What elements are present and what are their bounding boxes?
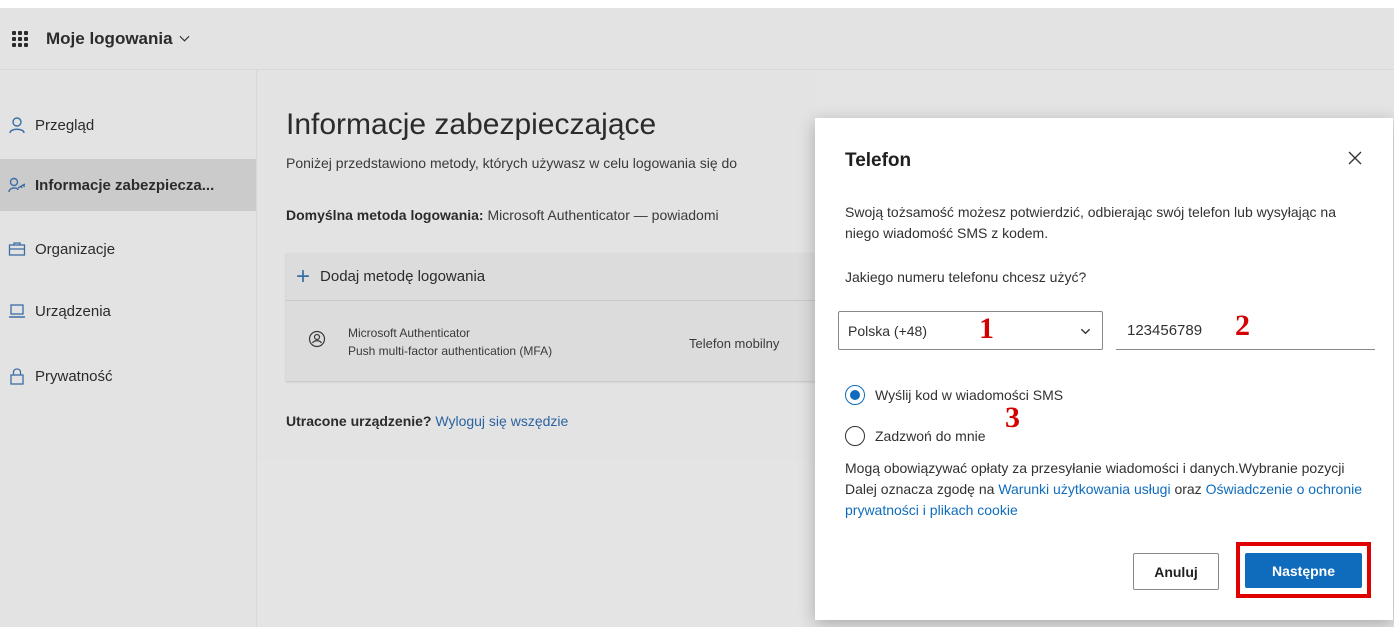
page-description: Poniżej przedstawiono metody, których uż… — [286, 155, 738, 171]
sidebar-item-label: Informacje zabezpiecza... — [35, 176, 215, 194]
security-info-icon — [6, 175, 28, 195]
phone-question: Jakiego numeru telefonu chcesz użyć? — [845, 269, 1087, 285]
sidebar-item-label: Prywatność — [35, 367, 113, 385]
radio-checked-icon — [845, 385, 865, 405]
sign-out-everywhere-link[interactable]: Wyloguj się wszędzie — [435, 413, 568, 429]
chevron-down-icon — [1080, 328, 1091, 335]
dialog-intro: Swoją tożsamość możesz potwierdzić, odbi… — [845, 204, 1336, 241]
methods-card: + Dodaj metodę logowania Microsoft Authe… — [286, 253, 846, 381]
app-launcher-icon[interactable] — [12, 30, 28, 47]
sidebar-item-devices[interactable]: Urządzenia — [0, 285, 256, 337]
legal-text-connector: oraz — [1170, 481, 1206, 497]
radio-send-sms-label: Wyślij kod w wiadomości SMS — [875, 387, 1064, 403]
lock-icon — [6, 366, 28, 386]
annotation-1: 1 — [979, 312, 994, 345]
main-content: Informacje zabezpieczające Poniżej przed… — [257, 70, 846, 460]
sidebar-item-label: Przegląd — [35, 116, 95, 134]
radio-send-sms[interactable]: Wyślij kod w wiadomości SMS — [845, 385, 1063, 405]
method-name: Microsoft Authenticator — [348, 326, 471, 340]
app-title-menu[interactable]: Moje logowania — [46, 29, 190, 49]
cancel-button[interactable]: Anuluj — [1133, 553, 1219, 590]
radio-call-me[interactable]: Zadzwoń do mnie — [845, 426, 986, 446]
sidebar: Przegląd Informacje zabezpiecza... Organ… — [0, 70, 257, 627]
laptop-icon — [6, 301, 28, 321]
terms-of-use-link[interactable]: Warunki użytkowania usługi — [998, 481, 1170, 497]
phone-number-value: 123456789 — [1127, 321, 1203, 339]
sidebar-item-label: Organizacje — [35, 240, 116, 258]
add-method-button[interactable]: + Dodaj metodę logowania — [286, 253, 846, 301]
next-button-highlight: Następne — [1236, 542, 1371, 598]
sidebar-item-privacy[interactable]: Prywatność — [0, 350, 256, 402]
add-method-label: Dodaj metodę logowania — [320, 268, 486, 285]
lost-device-label: Utracone urządzenie? — [286, 413, 432, 429]
radio-call-me-label: Zadzwoń do mnie — [875, 428, 986, 444]
country-select[interactable]: Polska (+48) — [838, 311, 1103, 350]
authenticator-icon — [308, 330, 326, 348]
dialog-title: Telefon — [845, 150, 912, 171]
sidebar-item-organizations[interactable]: Organizacje — [0, 223, 256, 275]
radio-unchecked-icon — [845, 426, 865, 446]
default-method-label: Domyślna metoda logowania: — [286, 207, 484, 223]
page-title: Informacje zabezpieczające — [286, 108, 657, 141]
top-strip — [0, 0, 1394, 8]
close-icon[interactable] — [1345, 148, 1365, 168]
chevron-down-icon — [179, 35, 190, 42]
lost-device: Utracone urządzenie? Wyloguj się wszędzi… — [286, 413, 568, 429]
app-header: Moje logowania — [0, 8, 1394, 70]
person-icon — [6, 115, 28, 135]
phone-dialog: Telefon Swoją tożsamość możesz potwierdz… — [815, 118, 1393, 620]
annotation-2: 2 — [1235, 309, 1250, 342]
method-description: Push multi-factor authentication (MFA) — [348, 344, 553, 358]
sidebar-item-overview[interactable]: Przegląd — [0, 99, 256, 151]
plus-icon: + — [296, 262, 311, 290]
country-select-value: Polska (+48) — [848, 322, 927, 339]
annotation-3: 3 — [1005, 401, 1020, 434]
sidebar-item-security-info[interactable]: Informacje zabezpiecza... — [0, 159, 256, 211]
method-type: Telefon mobilny — [689, 336, 780, 351]
next-button[interactable]: Następne — [1245, 553, 1362, 588]
legal-notice: Mogą obowiązywać opłaty za przesyłanie w… — [845, 458, 1375, 521]
organization-icon — [6, 239, 28, 259]
method-row: Microsoft Authenticator Push multi-facto… — [286, 302, 846, 381]
sidebar-item-label: Urządzenia — [35, 302, 111, 320]
default-method: Domyślna metoda logowania: Microsoft Aut… — [286, 207, 719, 223]
app-title: Moje logowania — [46, 28, 173, 48]
default-method-value: Microsoft Authenticator — powiadomi — [483, 207, 719, 223]
